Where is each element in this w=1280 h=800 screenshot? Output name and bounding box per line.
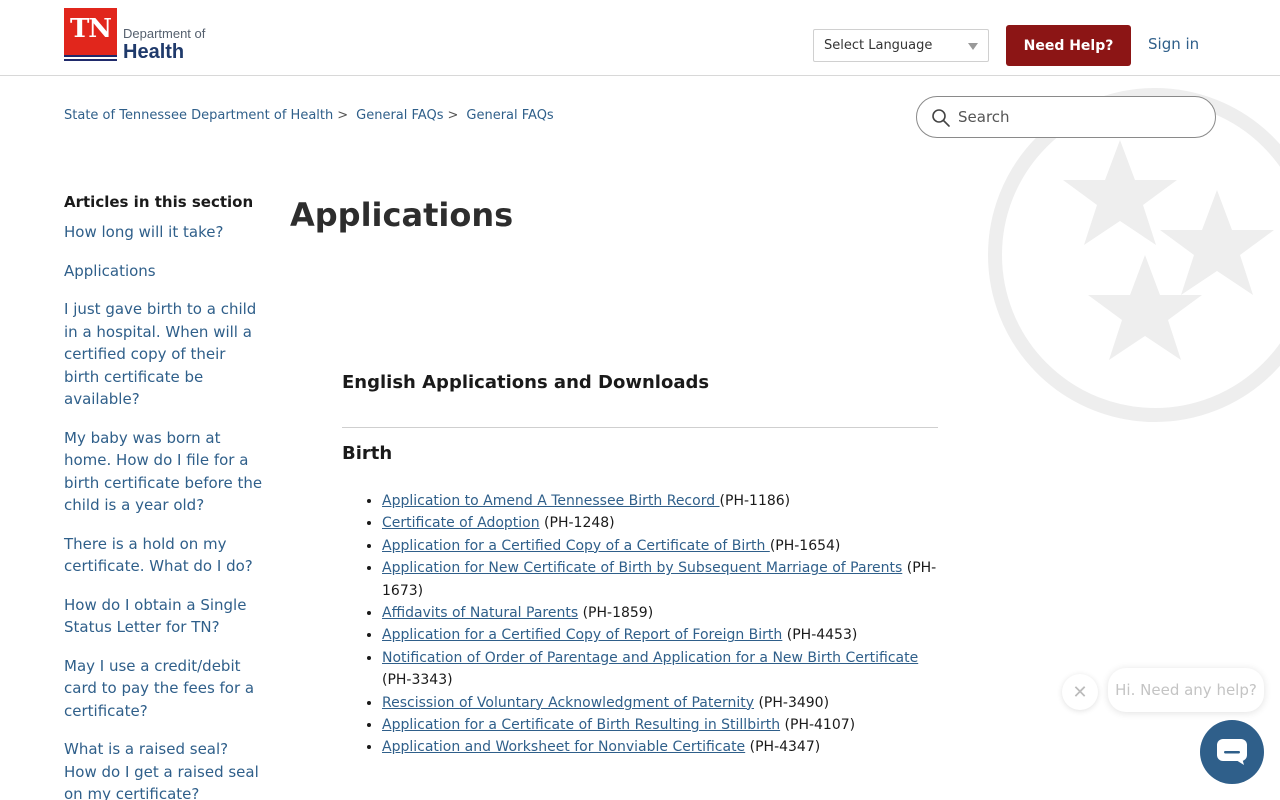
sidebar-item-raised-seal[interactable]: What is a raised seal? How do I get a ra… (64, 738, 264, 800)
birth-applications-list: Application to Amend A Tennessee Birth R… (382, 490, 938, 759)
list-item: Rescission of Voluntary Acknowledgment o… (382, 692, 938, 714)
chat-greeting-bubble[interactable]: Hi. Need any help? (1108, 668, 1264, 712)
site-header: TN Department of Health Select Language … (0, 0, 1280, 76)
list-item: Affidavits of Natural Parents (PH-1859) (382, 602, 938, 624)
application-link[interactable]: Application for a Certified Copy of a Ce… (382, 538, 770, 554)
sidebar-item-how-long[interactable]: How long will it take? (64, 221, 264, 244)
articles-sidebar: Articles in this section How long will i… (64, 193, 264, 800)
sidebar-item-applications[interactable]: Applications (64, 260, 264, 283)
tn-logo-mark: TN (64, 8, 117, 61)
language-select-label: Select Language (824, 38, 933, 53)
logo-wordmark: Department of Health (123, 26, 206, 64)
logo-tn-text: TN (69, 14, 112, 44)
form-code: (PH-1859) (578, 605, 654, 622)
list-item: Certificate of Adoption (PH-1248) (382, 512, 938, 534)
application-link[interactable]: Application for New Certificate of Birth… (382, 560, 902, 576)
sidebar-heading: Articles in this section (64, 193, 254, 211)
application-link[interactable]: Rescission of Voluntary Acknowledgment o… (382, 695, 754, 711)
list-item: Application and Worksheet for Nonviable … (382, 736, 938, 758)
breadcrumb-separator: > (337, 108, 349, 123)
sidebar-item-hospital-birth[interactable]: I just gave birth to a child in a hospit… (64, 298, 264, 411)
breadcrumb: State of Tennessee Department of Health … (64, 108, 554, 123)
breadcrumb-item-home[interactable]: State of Tennessee Department of Health (64, 108, 333, 123)
application-link[interactable]: Application to Amend A Tennessee Birth R… (382, 493, 720, 509)
list-item: Application for a Certificate of Birth R… (382, 714, 938, 736)
application-link[interactable]: Affidavits of Natural Parents (382, 605, 578, 621)
chevron-down-icon (968, 43, 978, 50)
page-title: Applications (290, 196, 514, 234)
form-code: (PH-1248) (539, 515, 615, 532)
search-placeholder: Search (958, 108, 1010, 126)
chat-icon (1217, 739, 1247, 765)
need-help-button[interactable]: Need Help? (1006, 25, 1131, 66)
application-link[interactable]: Application and Worksheet for Nonviable … (382, 739, 745, 755)
search-icon (932, 109, 950, 127)
list-item: Application for New Certificate of Birth… (382, 557, 938, 602)
list-item: Notification of Order of Parentage and A… (382, 647, 938, 692)
application-link[interactable]: Certificate of Adoption (382, 515, 540, 531)
close-icon[interactable]: ✕ (1062, 674, 1098, 710)
breadcrumb-item-general-faqs-section[interactable]: General FAQs (466, 108, 553, 123)
list-item: Application for a Certified Copy of a Ce… (382, 535, 938, 557)
form-code: (PH-1654) (769, 537, 841, 554)
list-item: Application for a Certified Copy of Repo… (382, 624, 938, 646)
breadcrumb-separator: > (447, 108, 459, 123)
application-link[interactable]: Application for a Certificate of Birth R… (382, 717, 780, 733)
sidebar-item-single-status[interactable]: How do I obtain a Single Status Letter f… (64, 594, 264, 639)
form-code: (PH-4347) (745, 739, 821, 756)
form-code: (PH-4107) (780, 717, 856, 734)
application-link[interactable]: Notification of Order of Parentage and A… (382, 650, 918, 666)
sign-in-link[interactable]: Sign in (1148, 35, 1199, 53)
sidebar-item-hold[interactable]: There is a hold on my certificate. What … (64, 533, 264, 578)
section-divider (342, 427, 938, 428)
form-code: (PH-1186) (719, 493, 791, 509)
sidebar-item-credit-card[interactable]: May I use a credit/debit card to pay the… (64, 655, 264, 723)
form-code: (PH-3490) (754, 694, 830, 711)
sidebar-item-home-birth[interactable]: My baby was born at home. How do I file … (64, 427, 264, 517)
logo-health-text: Health (123, 41, 185, 63)
birth-heading: Birth (342, 443, 393, 464)
section-title: English Applications and Downloads (342, 372, 710, 393)
search-input[interactable]: Search (916, 96, 1216, 138)
form-code: (PH-4453) (782, 627, 858, 644)
form-code: (PH-3343) (382, 672, 453, 689)
breadcrumb-item-general-faqs[interactable]: General FAQs (356, 108, 443, 123)
tn-health-logo[interactable]: TN Department of Health (64, 8, 206, 64)
logo-dept-text: Department of (123, 26, 206, 41)
list-item: Application to Amend A Tennessee Birth R… (382, 490, 938, 512)
application-link[interactable]: Application for a Certified Copy of Repo… (382, 627, 782, 643)
chat-launcher-button[interactable] (1200, 720, 1264, 784)
language-select[interactable]: Select Language (813, 29, 989, 62)
